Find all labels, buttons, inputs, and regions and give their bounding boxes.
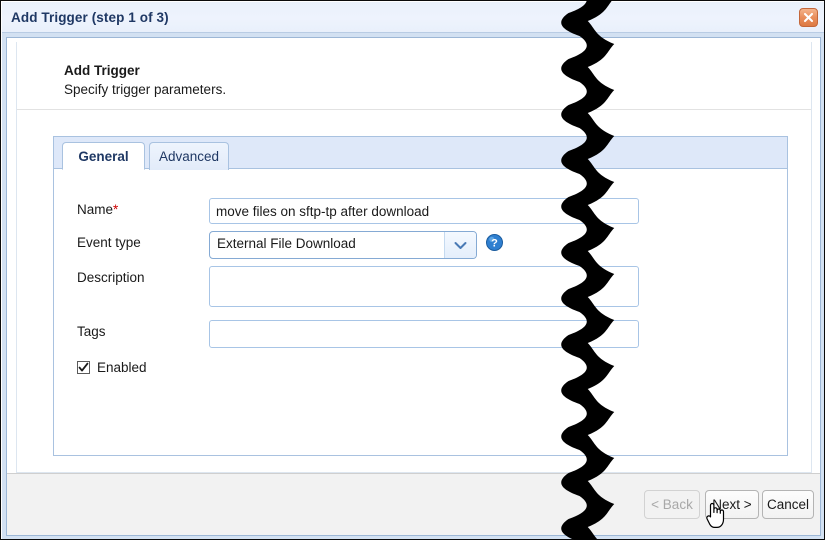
tags-input[interactable] bbox=[209, 320, 639, 348]
tags-label: Tags bbox=[77, 324, 106, 339]
close-icon[interactable] bbox=[799, 8, 818, 27]
tab-panel-general: Name* Event type External File Download bbox=[53, 168, 788, 456]
form-row-enabled: Enabled bbox=[54, 360, 787, 380]
dialog-footer: < Back Next > Cancel bbox=[7, 473, 820, 535]
next-button[interactable]: Next > bbox=[705, 490, 759, 519]
cancel-button[interactable]: Cancel bbox=[762, 490, 814, 519]
back-button[interactable]: < Back bbox=[644, 490, 700, 519]
svg-text:?: ? bbox=[491, 238, 498, 250]
tab-strip: General Advanced bbox=[53, 136, 788, 170]
enabled-checkbox-row[interactable]: Enabled bbox=[77, 360, 147, 375]
tab-general[interactable]: General bbox=[62, 142, 145, 170]
name-label: Name* bbox=[77, 202, 119, 217]
form-row-tags: Tags bbox=[54, 320, 787, 352]
content-panel: Add Trigger Specify trigger parameters. … bbox=[16, 42, 812, 473]
form-row-name: Name* bbox=[54, 198, 787, 230]
page-title: Add Trigger bbox=[64, 63, 140, 78]
event-type-select[interactable]: External File Download bbox=[209, 231, 477, 259]
form-row-event-type: Event type External File Download ? bbox=[54, 231, 787, 263]
chevron-down-icon[interactable] bbox=[444, 232, 476, 258]
event-type-label: Event type bbox=[77, 235, 141, 250]
dialog-inner: Add Trigger Specify trigger parameters. … bbox=[6, 37, 821, 536]
dialog-header: Add Trigger Specify trigger parameters. bbox=[17, 63, 811, 110]
page-subtitle: Specify trigger parameters. bbox=[64, 82, 227, 97]
window-title: Add Trigger (step 1 of 3) bbox=[11, 10, 169, 25]
help-icon[interactable]: ? bbox=[486, 234, 503, 251]
title-bar: Add Trigger (step 1 of 3) bbox=[2, 2, 824, 33]
add-trigger-dialog-window: Add Trigger (step 1 of 3) Add Trigger Sp… bbox=[0, 0, 825, 540]
form-row-description: Description bbox=[54, 266, 787, 311]
enabled-checkbox[interactable] bbox=[77, 361, 90, 374]
description-label: Description bbox=[77, 270, 145, 285]
dialog-frame: Add Trigger Specify trigger parameters. … bbox=[2, 33, 824, 539]
required-marker: * bbox=[113, 202, 119, 217]
tab-advanced[interactable]: Advanced bbox=[149, 142, 229, 170]
enabled-label: Enabled bbox=[97, 360, 147, 375]
name-input[interactable] bbox=[209, 198, 639, 224]
description-textarea[interactable] bbox=[209, 266, 639, 307]
event-type-selected-value: External File Download bbox=[217, 236, 356, 251]
